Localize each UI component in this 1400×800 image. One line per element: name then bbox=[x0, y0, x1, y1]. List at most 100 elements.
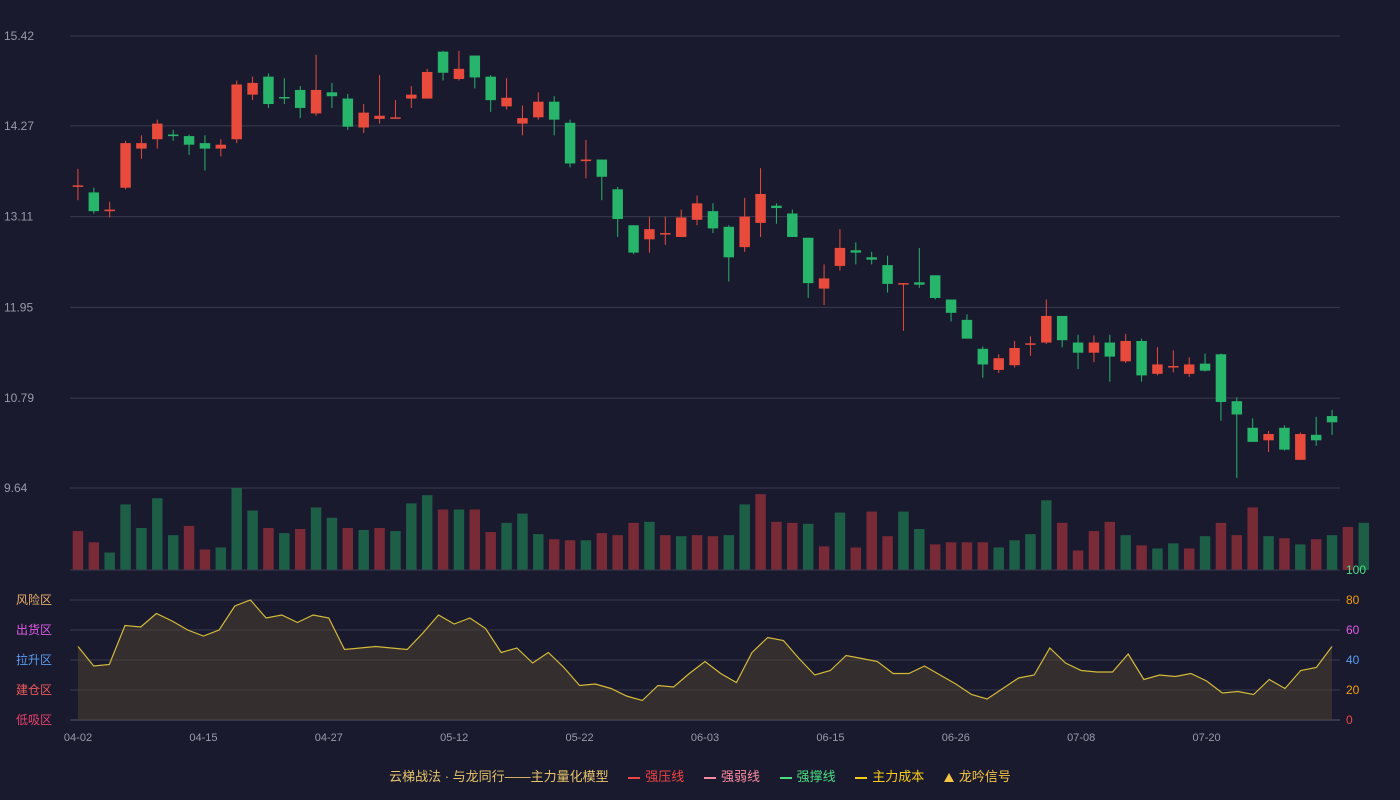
legend-item-main-cost[interactable]: 主力成本 bbox=[855, 766, 924, 785]
volume-bar bbox=[755, 494, 766, 570]
candle-body bbox=[850, 250, 862, 253]
candle-body bbox=[1183, 364, 1195, 374]
candle-body bbox=[1104, 342, 1116, 357]
volume-bar bbox=[310, 507, 322, 570]
candle-body bbox=[675, 217, 687, 237]
candle-body bbox=[1295, 434, 1306, 460]
volume-bar bbox=[421, 495, 433, 570]
volume-bar bbox=[247, 510, 258, 570]
candle-body bbox=[1310, 434, 1322, 441]
volume-bar bbox=[675, 536, 687, 570]
legend-marker-dashed-line bbox=[703, 776, 716, 779]
candle-body bbox=[1056, 315, 1068, 341]
candle-body bbox=[247, 82, 258, 95]
volume-bar bbox=[1104, 521, 1116, 570]
volume-bar bbox=[152, 498, 163, 570]
candle-body bbox=[739, 216, 750, 248]
volume-bar bbox=[596, 533, 608, 570]
volume-bar bbox=[453, 509, 465, 570]
candle-body bbox=[834, 247, 846, 266]
x-tick-label: 05-22 bbox=[566, 732, 594, 744]
legend-title: 云梯战法 · 与龙同行——主力量化模型 bbox=[389, 769, 609, 784]
volume-bar bbox=[1295, 544, 1306, 570]
candle-body bbox=[1025, 343, 1036, 345]
volume-bar bbox=[1199, 536, 1211, 570]
candle-body bbox=[120, 143, 131, 188]
zone-label: 建仓区 bbox=[16, 683, 52, 697]
volume-bar bbox=[691, 535, 703, 570]
volume-bar bbox=[787, 522, 798, 570]
x-tick-label: 07-20 bbox=[1193, 732, 1221, 744]
candle-body bbox=[723, 226, 735, 258]
volume-bar bbox=[644, 521, 655, 570]
candle-body bbox=[818, 278, 830, 289]
candle-body bbox=[961, 319, 973, 339]
volume-bar bbox=[834, 512, 846, 570]
legend-item-dragon-signal[interactable]: 龙吟信号 bbox=[943, 766, 1011, 785]
candle-body bbox=[342, 98, 354, 127]
legend-marker-dashed-line bbox=[855, 776, 868, 779]
volume-bar bbox=[501, 522, 512, 570]
legend-item-strong-support[interactable]: 强撑线 bbox=[779, 766, 836, 785]
volume-bar bbox=[723, 535, 735, 570]
legend-item-strong-resistance[interactable]: 强压线 bbox=[628, 766, 684, 785]
volume-bar bbox=[739, 504, 750, 570]
volume-bar bbox=[1041, 500, 1052, 570]
price-tick-label: 9.64 bbox=[4, 481, 28, 495]
volume-bar bbox=[215, 547, 227, 570]
volume-bar bbox=[1056, 522, 1068, 570]
volume-bar bbox=[263, 527, 274, 570]
candle-body bbox=[1199, 363, 1211, 371]
volume-bar bbox=[1120, 535, 1131, 570]
candle-body bbox=[1279, 427, 1290, 450]
zone-label: 低吸区 bbox=[16, 713, 52, 727]
volume-bar bbox=[850, 547, 862, 570]
oscillator-tick-label: 80 bbox=[1346, 593, 1360, 607]
volume-bar bbox=[771, 521, 782, 570]
volume-bar bbox=[294, 529, 306, 570]
candle-body bbox=[469, 55, 481, 78]
volume-bar bbox=[1025, 534, 1036, 570]
candle-body bbox=[707, 211, 719, 229]
candle-body bbox=[1152, 364, 1163, 374]
volume-bar bbox=[707, 536, 719, 570]
volume-bar bbox=[882, 536, 893, 570]
candle-body bbox=[517, 118, 528, 124]
x-tick-label: 04-02 bbox=[64, 732, 92, 744]
candle-body bbox=[167, 134, 179, 137]
volume-bar bbox=[342, 527, 354, 570]
candle-body bbox=[152, 123, 163, 140]
candle-body bbox=[929, 275, 941, 298]
candle-body bbox=[898, 283, 909, 285]
candle-body bbox=[1326, 416, 1338, 423]
candle-body bbox=[1136, 340, 1147, 376]
candlestick-chart: 15.42 14.27 13.11 11.95 10.79 9.64 100 80 60 40 20… bbox=[4, 29, 1370, 744]
legend-label: 龙吟信号 bbox=[958, 769, 1011, 784]
volume-bar bbox=[533, 534, 544, 570]
volume-bar bbox=[580, 540, 592, 570]
volume-bar bbox=[1215, 522, 1227, 570]
volume-bar bbox=[120, 504, 131, 570]
volume-bar bbox=[660, 535, 671, 570]
candle-body bbox=[1009, 348, 1020, 366]
legend-label: 强压线 bbox=[645, 769, 685, 784]
volume-bar bbox=[167, 535, 179, 570]
candle-body bbox=[310, 89, 322, 114]
candle-body bbox=[691, 203, 703, 220]
legend-label: 主力成本 bbox=[872, 769, 925, 784]
volume-bar bbox=[548, 539, 560, 570]
x-tick-label: 05-12 bbox=[440, 732, 468, 744]
oscillator-tick-label: 0 bbox=[1346, 713, 1353, 727]
volume-bar bbox=[1168, 543, 1179, 570]
volume-bar bbox=[1310, 539, 1322, 570]
candle-body bbox=[183, 136, 195, 145]
candle-body bbox=[596, 159, 608, 177]
candle-body bbox=[755, 193, 766, 223]
legend-item-strength-line[interactable]: 强弱线 bbox=[703, 766, 760, 785]
volume-bar bbox=[993, 547, 1004, 570]
volume-bar bbox=[88, 542, 100, 570]
volume-bar bbox=[406, 503, 417, 570]
volume-bar bbox=[1136, 545, 1147, 570]
volume-bar bbox=[1183, 548, 1195, 570]
volume-bar bbox=[183, 525, 195, 570]
